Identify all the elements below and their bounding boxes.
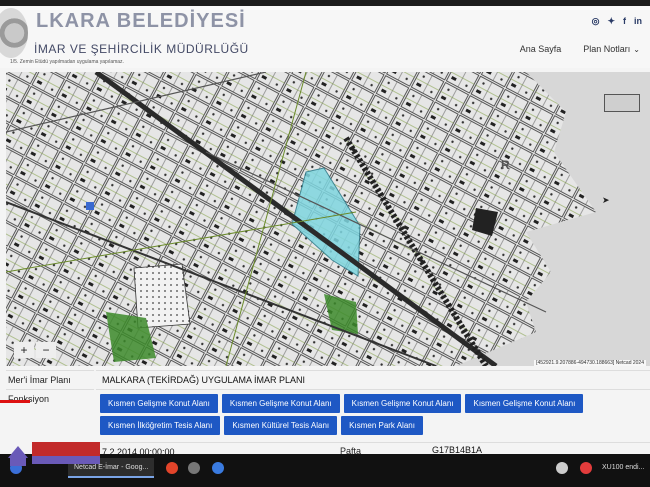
zoning-map[interactable]: R ➤ + − [452921.9.207886-494730.188663] …: [6, 72, 650, 366]
municipality-title: LKARA BELEDİYESİ: [36, 10, 246, 32]
zoom-in-button[interactable]: +: [14, 342, 34, 358]
app-icon[interactable]: [188, 462, 200, 474]
tray-ticker: XU100 endi...: [602, 464, 645, 471]
map-letter: R: [501, 158, 510, 172]
facebook-icon[interactable]: f: [623, 16, 626, 27]
edge-icon[interactable]: [212, 462, 224, 474]
instagram-icon[interactable]: ◎: [592, 16, 600, 27]
map-marker: [86, 202, 94, 210]
function-button[interactable]: Kısmen Gelişme Konut Alanı: [343, 394, 462, 413]
zoom-out-button[interactable]: −: [36, 342, 56, 358]
tray-icon[interactable]: [556, 462, 568, 474]
social-links: ◎ ✦ f in: [592, 16, 642, 27]
red-stripe: [0, 400, 30, 403]
main-nav: Ana Sayfa Plan Notları: [520, 44, 640, 54]
browser-viewport: LKARA BELEDİYESİ İMAR VE ŞEHİRCİLİK MÜDÜ…: [0, 6, 650, 454]
twitter-icon[interactable]: ✦: [607, 16, 615, 27]
function-button[interactable]: Kısmen Gelişme Konut Alanı: [100, 394, 218, 413]
watermark-logo: [8, 442, 100, 466]
pafta-value: G17B14B1A: [432, 445, 483, 454]
linkedin-icon[interactable]: in: [634, 16, 642, 27]
nav-home[interactable]: Ana Sayfa: [520, 44, 562, 54]
plan-value: MALKARA (TEKİRDAĞ) UYGULAMA İMAR PLANI: [96, 370, 650, 390]
function-button[interactable]: Kısmen Gelişme Konut Alanı: [465, 394, 584, 413]
function-button[interactable]: Kısmen Park Alanı: [341, 416, 423, 435]
municipality-seal-logo: [0, 8, 28, 58]
layer-thumbnail[interactable]: [604, 94, 640, 112]
map-canvas[interactable]: [6, 72, 650, 366]
function-buttons: Kısmen Gelişme Konut Alanı Kısmen Gelişm…: [100, 394, 640, 435]
zoom-controls: + −: [14, 342, 56, 358]
department-title: İMAR VE ŞEHİRCİLİK MÜDÜRLÜĞÜ: [34, 42, 249, 56]
nav-plan-notes[interactable]: Plan Notları: [583, 44, 640, 54]
map-coordinates-credit: [452921.9.207886-494730.188663] Netcad 2…: [534, 360, 646, 366]
function-button[interactable]: Kısmen İlköğretim Tesis Alanı: [100, 416, 221, 435]
function-button[interactable]: Kısmen Gelişme Konut Alanı: [221, 394, 340, 413]
mouse-pointer-icon: ➤: [602, 195, 610, 205]
pafta-label: Pafta: [334, 442, 424, 454]
opera-icon[interactable]: [166, 462, 178, 474]
function-button[interactable]: Kısmen Kültürel Tesis Alanı: [224, 416, 338, 435]
survey-notice: 1/5. Zemin Etüdü yapılmadan uygulama yap…: [10, 59, 124, 65]
stock-icon[interactable]: [580, 462, 592, 474]
site-header: LKARA BELEDİYESİ İMAR VE ŞEHİRCİLİK MÜDÜ…: [0, 6, 650, 68]
plan-label: Mer'i İmar Planı: [6, 370, 94, 390]
